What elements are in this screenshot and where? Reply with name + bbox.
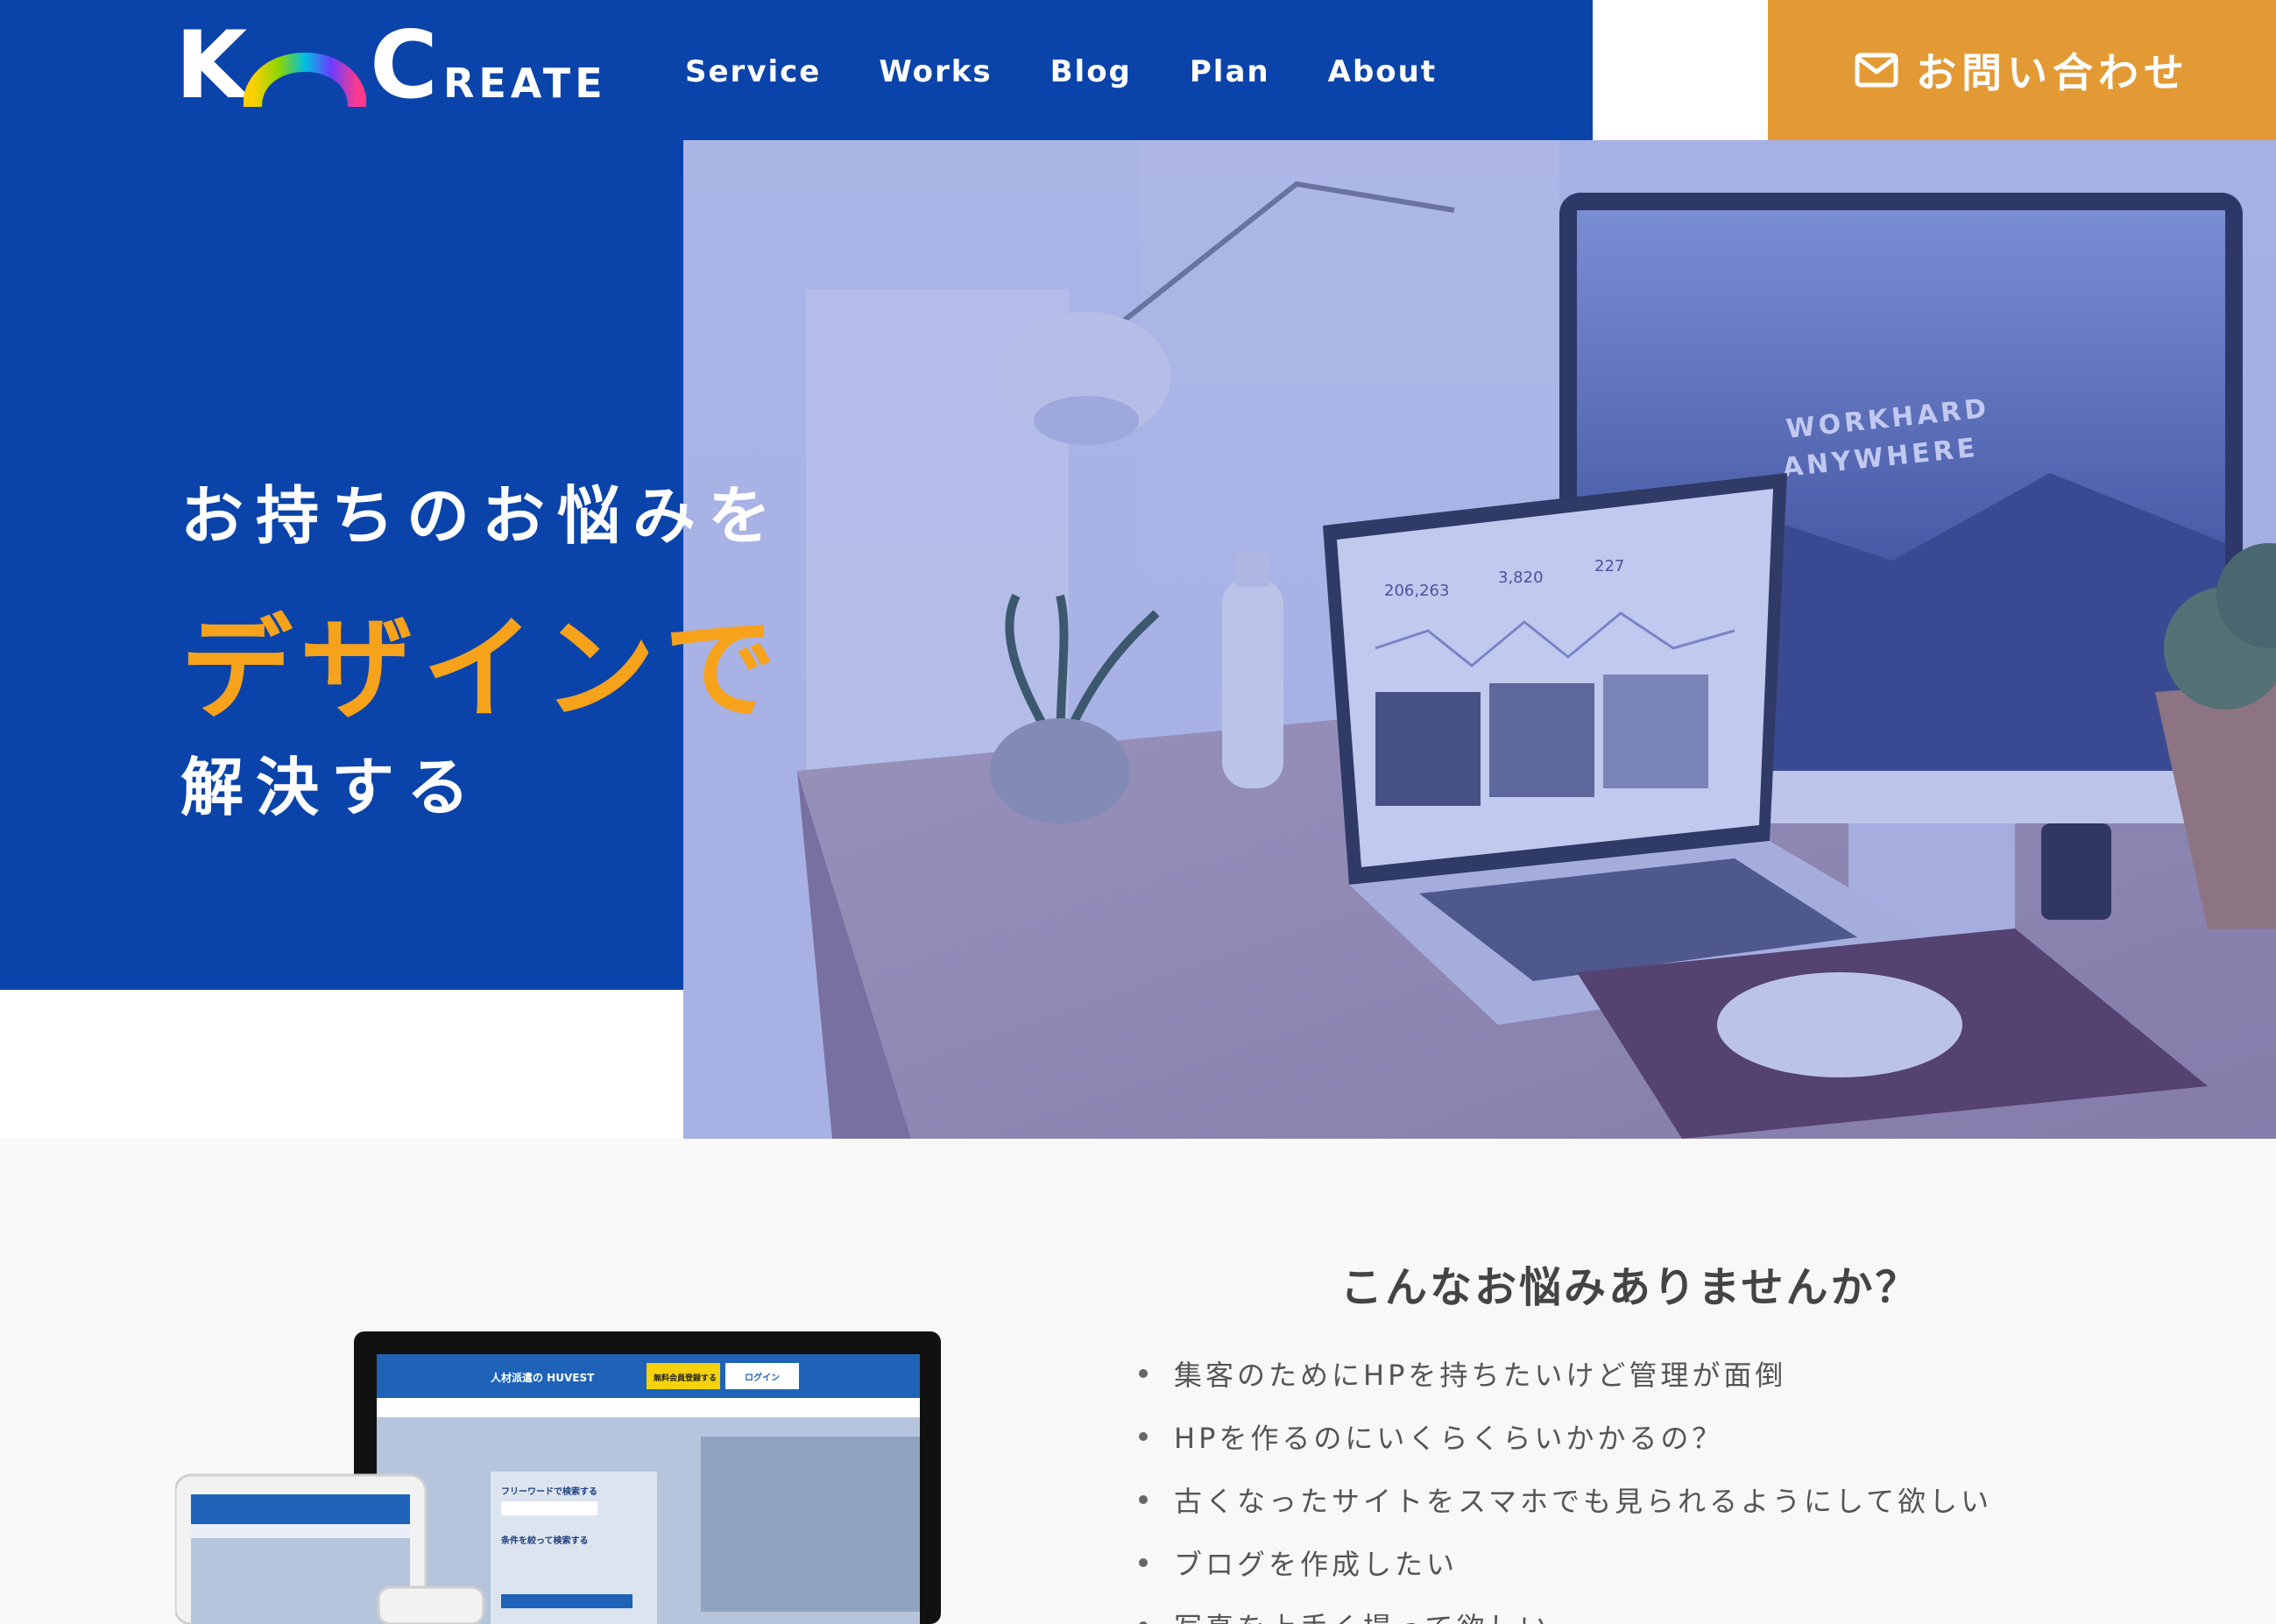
problem-text: HPを作るのにいくらくらいかかるの？ <box>1174 1422 1724 1455</box>
contact-button[interactable]: お問い合わせ <box>1768 0 2276 140</box>
mockup-search-free: フリーワードで検索する <box>501 1486 597 1497</box>
logo-letter-k: K <box>175 11 247 119</box>
mockup-login: ログイン <box>745 1372 780 1383</box>
list-item: 写真を上手く撮って欲しい <box>1139 1594 1992 1624</box>
logo-rainbow-arc-icon <box>244 53 367 109</box>
problem-list: 集客のためにHPを持ちたいけど管理が面倒 HPを作るのにいくらくらいかかるの？ … <box>1139 1342 1992 1624</box>
contact-button-label: お問い合わせ <box>1916 49 2189 96</box>
main-nav: Service Works Blog Plan About <box>685 54 1437 89</box>
hero-headline-highlight: デザインで <box>180 604 786 735</box>
mockup-brand: 人材派遣の HUVEST <box>491 1371 595 1384</box>
site-logo[interactable]: K C REATE <box>175 19 607 112</box>
problems-title: こんなお悩みありませんか？ <box>1340 1263 1920 1312</box>
bullet-icon <box>1139 1558 1148 1567</box>
bullet-icon <box>1139 1495 1148 1504</box>
list-item: HPを作るのにいくらくらいかかるの？ <box>1139 1405 1992 1468</box>
logo-letter-c: C <box>370 11 438 119</box>
hero-panel <box>0 140 683 990</box>
nav-item-blog[interactable]: Blog <box>1050 54 1132 89</box>
nav-item-service[interactable]: Service <box>685 54 821 89</box>
logo-wordmark: REATE <box>442 60 607 107</box>
list-item: 集客のためにHPを持ちたいけど管理が面倒 <box>1139 1342 1992 1405</box>
hero-desk-photo: WORKHARD ANYWHERE 206,263 3,820 227 <box>683 140 2276 1139</box>
hero-headline-line1: お持ちのお悩みを <box>180 479 784 553</box>
problem-text: 古くなったサイトをスマホでも見られるようにして欲しい <box>1174 1485 1993 1518</box>
mockup-register: 無料会員登録する <box>654 1373 717 1383</box>
problem-text: 写真を上手く撮って欲しい <box>1174 1606 1551 1624</box>
problem-text: ブログを作成したい <box>1174 1548 1459 1581</box>
list-item: 古くなったサイトをスマホでも見られるようにして欲しい <box>1139 1468 1992 1531</box>
bullet-icon <box>1139 1369 1148 1378</box>
hero-headline-line3: 解決する <box>180 751 483 824</box>
mail-icon <box>1855 53 1898 88</box>
mockup-search-cond: 条件を絞って検索する <box>500 1535 589 1546</box>
nav-item-plan[interactable]: Plan <box>1190 54 1270 89</box>
nav-item-works[interactable]: Works <box>879 54 992 89</box>
bullet-icon <box>1139 1432 1148 1441</box>
problems-section: 人材派遣の HUVEST 無料会員登録する ログイン フリーワードで検索する 条… <box>0 1139 2276 1624</box>
problem-text: 集客のためにHPを持ちたいけど管理が面倒 <box>1174 1359 1787 1392</box>
list-item: ブログを作成したい <box>1139 1531 1992 1594</box>
nav-item-about[interactable]: About <box>1328 54 1437 89</box>
responsive-device-mockup: 人材派遣の HUVEST 無料会員登録する ログイン フリーワードで検索する 条… <box>175 1331 946 1624</box>
